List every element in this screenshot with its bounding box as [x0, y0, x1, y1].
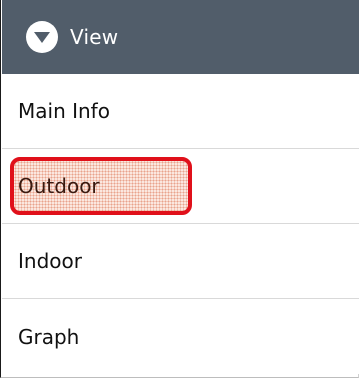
view-menu-header[interactable]: View	[2, 0, 359, 74]
menu-item-main-info[interactable]: Main Info	[2, 74, 359, 149]
menu-item-label: Main Info	[18, 99, 110, 123]
chevron-down-circle-icon[interactable]	[24, 19, 60, 55]
menu-item-indoor[interactable]: Indoor	[2, 224, 359, 299]
menu-item-label: Indoor	[18, 249, 82, 273]
menu-item-label: Outdoor	[18, 174, 100, 198]
menu-item-outdoor[interactable]: Outdoor	[2, 149, 359, 224]
menu-item-label: Graph	[18, 324, 80, 349]
view-menu-list: Main Info Outdoor Indoor Graph	[2, 74, 359, 374]
view-menu-panel: View Main Info Outdoor Indoor Graph	[0, 0, 359, 378]
menu-item-graph[interactable]: Graph	[2, 299, 359, 374]
view-menu-title: View	[70, 25, 119, 49]
